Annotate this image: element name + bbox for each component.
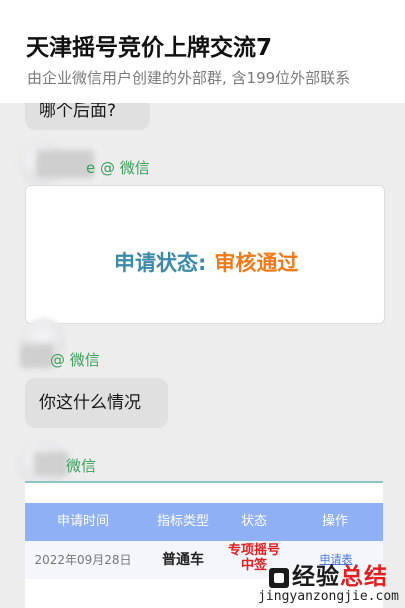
group-title[interactable]: 天津摇号竞价上牌交流7 [26, 28, 272, 62]
row-status-line1: 专项摇号 [227, 543, 280, 558]
watermark-cn-part1: 经验 [292, 564, 341, 590]
group-subtitle: 由企业微信用户创建的外部群, 含199位外部联系 [27, 69, 351, 87]
table-header: 申请时间 指标类型 状态 操作 [25, 503, 383, 541]
row-date: 2022年09月28日 [34, 553, 132, 567]
sender-name: e @ 微信 [86, 159, 150, 177]
application-status: 申请状态: 审核通过 [114, 247, 298, 277]
status-value: 审核通过 [214, 251, 299, 275]
message-text: 你这什么情况 [39, 393, 141, 413]
row-type: 普通车 [162, 552, 204, 568]
watermark-cn-part2: 总结 [340, 564, 389, 590]
message-bubble[interactable]: 你这什么情况 [25, 378, 168, 428]
chat-header: 天津摇号竞价上牌交流7 由企业微信用户创建的外部群, 含199位外部联系 [0, 0, 405, 103]
watermark-logo: 经验总结 [258, 557, 399, 591]
site-watermark: 经验总结 jingyanzongjie.com [258, 557, 399, 604]
watermark-icon [269, 567, 290, 588]
watermark-url: jingyanzongjie.com [258, 589, 399, 604]
status-label: 申请状态: [114, 251, 207, 275]
message-text: 哪个后面? [39, 101, 117, 121]
sender-name-blurred [34, 452, 68, 476]
column-header-action: 操作 [321, 514, 348, 529]
column-header-status: 状态 [240, 514, 267, 529]
status-screenshot-image[interactable]: 申请状态: 审核通过 [25, 185, 385, 324]
column-header-type: 指标类型 [156, 514, 209, 529]
sender-name: 微信 [66, 457, 97, 475]
column-header-time: 申请时间 [56, 514, 109, 529]
sender-name: @ 微信 [50, 351, 100, 369]
sender-name-blurred [20, 344, 54, 368]
